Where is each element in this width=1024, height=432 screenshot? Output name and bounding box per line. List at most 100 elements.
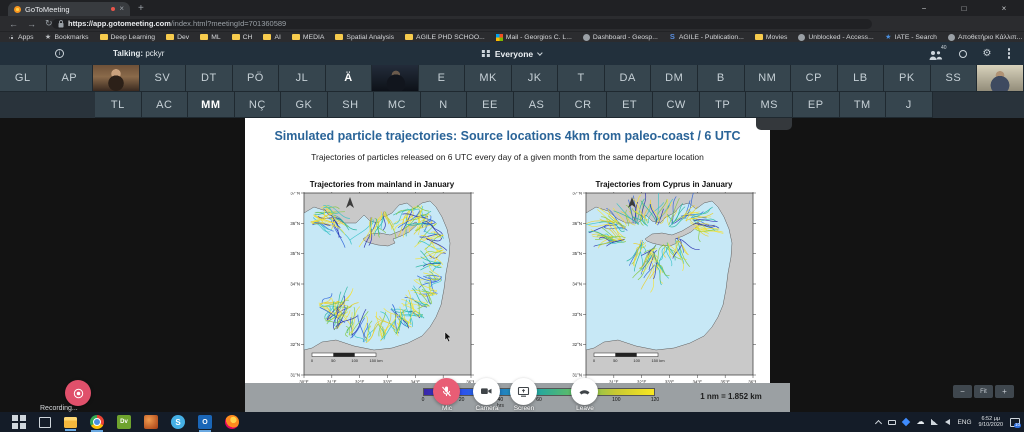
attendees-icon[interactable]: 40 [928, 48, 943, 59]
bookmark-item[interactable]: ★IATE - Search [885, 34, 937, 41]
window-close-button[interactable]: × [984, 0, 1024, 16]
browser-tab[interactable]: GoToMeeting × [8, 2, 130, 16]
recording-button[interactable] [65, 380, 91, 406]
task-view-icon[interactable] [39, 417, 51, 428]
file-explorer-icon[interactable] [64, 417, 77, 428]
outlook-icon[interactable]: O [198, 415, 212, 429]
back-icon[interactable]: ← [9, 19, 18, 29]
gear-icon[interactable]: ⚙ [983, 49, 992, 59]
bookmark-item[interactable]: Movies [755, 34, 788, 41]
bookmark-item[interactable]: Dashboard - Geosp... [583, 34, 658, 41]
zoom-in-button[interactable]: + [995, 385, 1014, 398]
participant-tile[interactable]: AC [142, 92, 189, 118]
participant-tile[interactable]: SH [328, 92, 375, 118]
participant-tile[interactable]: MS [746, 92, 793, 118]
action-center-icon[interactable]: 10 [1010, 418, 1020, 427]
chat-icon[interactable] [959, 50, 967, 58]
view-selector[interactable]: Everyone [482, 42, 542, 65]
mic-button[interactable] [433, 378, 460, 405]
participant-video[interactable] [93, 65, 140, 92]
viewer-handle-tab[interactable] [756, 118, 792, 130]
participant-tile[interactable]: PÖ [233, 65, 280, 92]
participant-tile[interactable]: TL [95, 92, 142, 118]
participant-tile[interactable]: EP [793, 92, 840, 118]
bookmark-item[interactable]: Deep Learning [100, 34, 156, 41]
bookmark-item[interactable]: Dev [166, 34, 189, 41]
participant-tile[interactable]: CW [653, 92, 700, 118]
bookmark-item[interactable]: AGILE PHD SCHOO... [405, 34, 485, 41]
info-icon[interactable]: i [55, 49, 64, 58]
participant-tile[interactable]: CR [560, 92, 607, 118]
participant-tile[interactable]: EE [467, 92, 514, 118]
bookmark-item[interactable]: Unblocked - Access... [798, 34, 873, 41]
participant-video[interactable] [372, 65, 419, 92]
participant-tile[interactable]: NÇ [235, 92, 282, 118]
participant-tile[interactable]: DA [605, 65, 652, 92]
participant-tile[interactable]: JK [512, 65, 559, 92]
new-tab-button[interactable]: + [138, 3, 144, 14]
address-bar[interactable]: https://app.gotomeeting.com/index.html?m… [52, 19, 872, 30]
participant-tile[interactable]: MC [374, 92, 421, 118]
bookmark-item[interactable]: Spatial Analysis [335, 34, 394, 41]
bookmark-item[interactable]: Apps [8, 34, 34, 41]
window-minimize-button[interactable]: − [904, 0, 944, 16]
participant-tile[interactable]: JL [279, 65, 326, 92]
screen-share-button[interactable] [510, 378, 537, 405]
network-icon[interactable] [931, 419, 938, 425]
participant-tile[interactable]: J [886, 92, 933, 118]
participant-tile[interactable]: MM [188, 92, 235, 118]
participant-tile[interactable]: MK [465, 65, 512, 92]
bookmark-item[interactable]: AI [263, 34, 280, 41]
language-indicator[interactable]: ENG [957, 419, 971, 426]
participant-tile[interactable]: PK [884, 65, 931, 92]
participant-tile[interactable]: Ä [326, 65, 373, 92]
matlab-icon[interactable] [144, 415, 158, 429]
bookmark-item[interactable]: MEDIA [292, 34, 325, 41]
zoom-out-button[interactable]: − [953, 385, 972, 398]
participant-tile[interactable]: GK [281, 92, 328, 118]
participant-tile[interactable]: AS [514, 92, 561, 118]
participant-tile[interactable]: B [698, 65, 745, 92]
participant-tile[interactable]: DT [186, 65, 233, 92]
participant-tile[interactable]: TM [840, 92, 887, 118]
bookmark-item[interactable]: ★Bookmarks [45, 34, 89, 41]
participant-tile[interactable]: CP [791, 65, 838, 92]
leave-button[interactable] [571, 378, 598, 405]
battery-icon[interactable] [888, 420, 896, 425]
participant-initials: AP [61, 72, 77, 84]
meeting-menu-icon[interactable] [1008, 52, 1011, 55]
bookmark-item[interactable]: SAGILE - Publication... [669, 34, 744, 41]
dropbox-icon[interactable] [902, 418, 910, 426]
participant-tile[interactable]: NM [745, 65, 792, 92]
skype-icon[interactable]: S [171, 415, 185, 429]
camera-button[interactable] [473, 378, 500, 405]
participant-tile[interactable]: SV [140, 65, 187, 92]
forward-icon[interactable]: → [27, 19, 36, 29]
participant-tile[interactable]: LB [838, 65, 885, 92]
participant-tile[interactable]: T [558, 65, 605, 92]
chrome-icon[interactable] [90, 415, 104, 429]
bookmark-item[interactable]: Αποθετήριο Κάλλιπ... [948, 34, 1022, 41]
volume-icon[interactable] [945, 419, 950, 425]
devexpress-icon[interactable]: Dv [117, 415, 131, 429]
firefox-icon[interactable] [225, 415, 239, 429]
bookmark-item[interactable]: CH [232, 34, 253, 41]
onedrive-icon[interactable]: ☁ [916, 418, 924, 426]
participant-tile[interactable]: GL [0, 65, 47, 92]
tab-close-icon[interactable]: × [119, 5, 124, 13]
participant-tile[interactable]: AP [47, 65, 94, 92]
clock[interactable]: 6:52 μμ 9/10/2020 [979, 416, 1003, 429]
start-icon[interactable] [12, 415, 26, 429]
window-maximize-button[interactable]: □ [944, 0, 984, 16]
zoom-fit-button[interactable]: Fit [974, 385, 993, 398]
participant-tile[interactable]: DM [651, 65, 698, 92]
participant-tile[interactable]: N [421, 92, 468, 118]
bookmark-item[interactable]: Mail - Georgios C. L... [496, 34, 572, 41]
participant-tile[interactable]: SS [931, 65, 978, 92]
bookmark-item[interactable]: ML [200, 34, 220, 41]
participant-tile[interactable]: TP [700, 92, 747, 118]
participant-video[interactable] [977, 65, 1024, 92]
tray-expand-icon[interactable] [875, 419, 882, 426]
participant-tile[interactable]: E [419, 65, 466, 92]
participant-tile[interactable]: ET [607, 92, 654, 118]
